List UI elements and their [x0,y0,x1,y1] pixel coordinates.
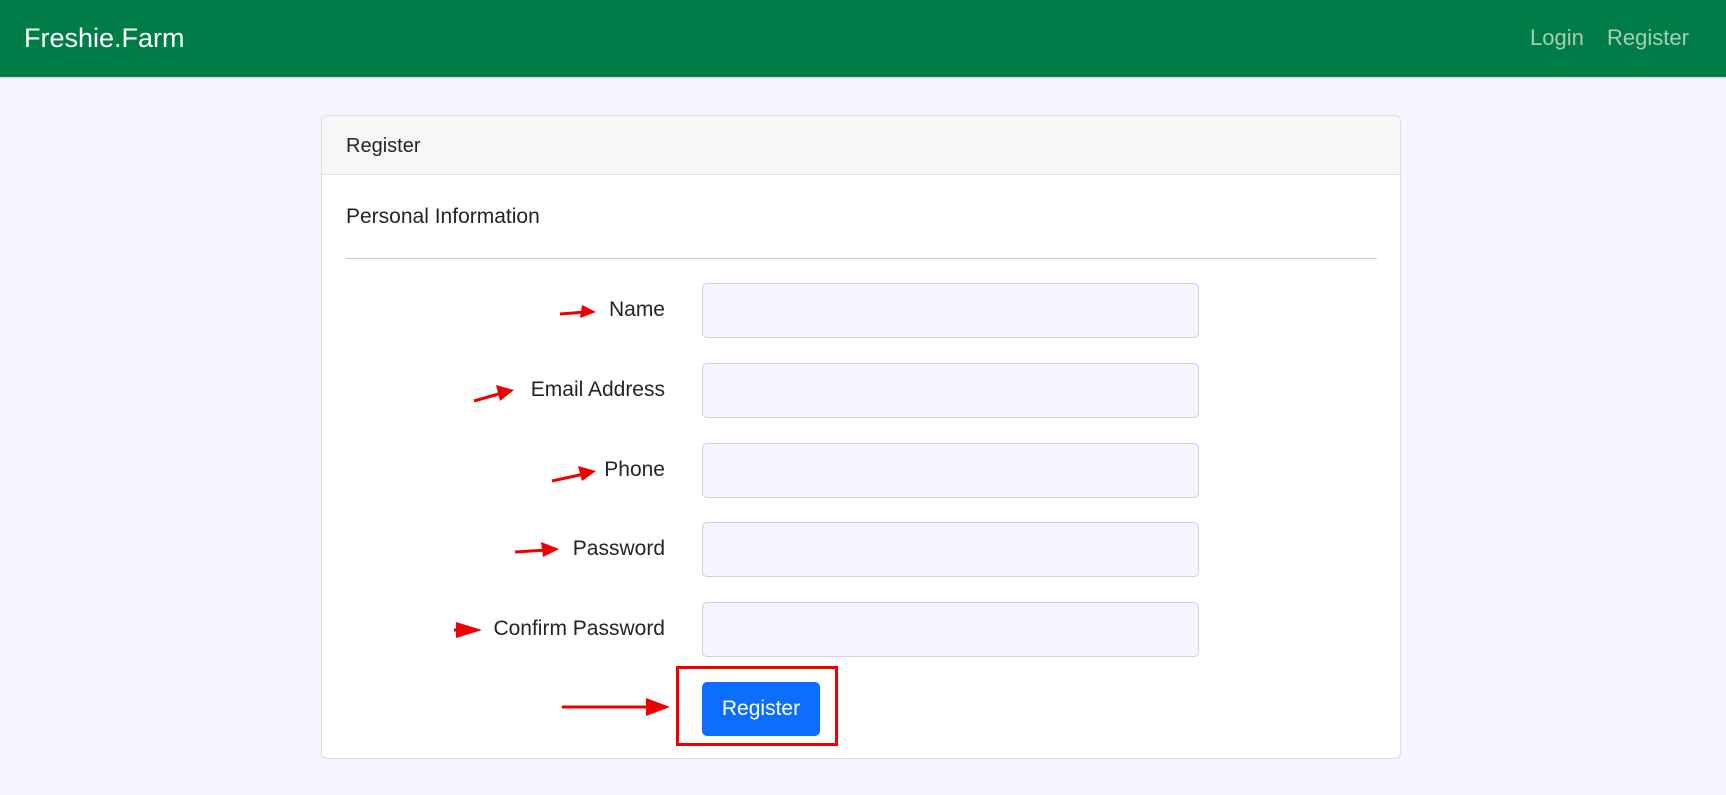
card-header: Register [322,116,1400,175]
email-address-label: Email Address [530,378,665,401]
register-button[interactable]: Register [702,682,820,736]
red-arrow-icon [514,542,559,557]
red-arrow-icon [562,698,670,716]
section-divider [346,258,1377,259]
form-row-password: Password [322,522,1400,578]
red-arrow-icon [473,385,514,403]
form-row-email: Email Address [322,363,1400,419]
email-address-input[interactable] [702,363,1199,418]
nav-login-link[interactable]: Login [1530,24,1584,52]
form-row-confirm-password: Confirm Password [322,602,1400,658]
phone-input[interactable] [702,443,1199,498]
red-arrow-icon [551,466,596,483]
brand-link[interactable]: Freshie.Farm [24,22,185,54]
password-label: Password [572,537,665,560]
name-label: Name [608,298,665,321]
form-row-phone: Phone [322,443,1400,499]
confirm-password-input[interactable] [702,602,1199,657]
section-title: Personal Information [346,205,540,228]
red-arrow-icon [454,622,482,638]
register-card: Register Personal Information Name Email… [321,115,1401,759]
name-input[interactable] [702,283,1199,338]
password-input[interactable] [702,522,1199,577]
card-title: Register [346,135,421,157]
confirm-password-label: Confirm Password [493,617,665,640]
phone-label: Phone [604,458,665,481]
red-arrow-icon [559,305,596,318]
nav-register-link[interactable]: Register [1607,24,1689,52]
form-row-name: Name [322,283,1400,339]
navbar: Freshie.Farm Login Register [0,0,1726,79]
